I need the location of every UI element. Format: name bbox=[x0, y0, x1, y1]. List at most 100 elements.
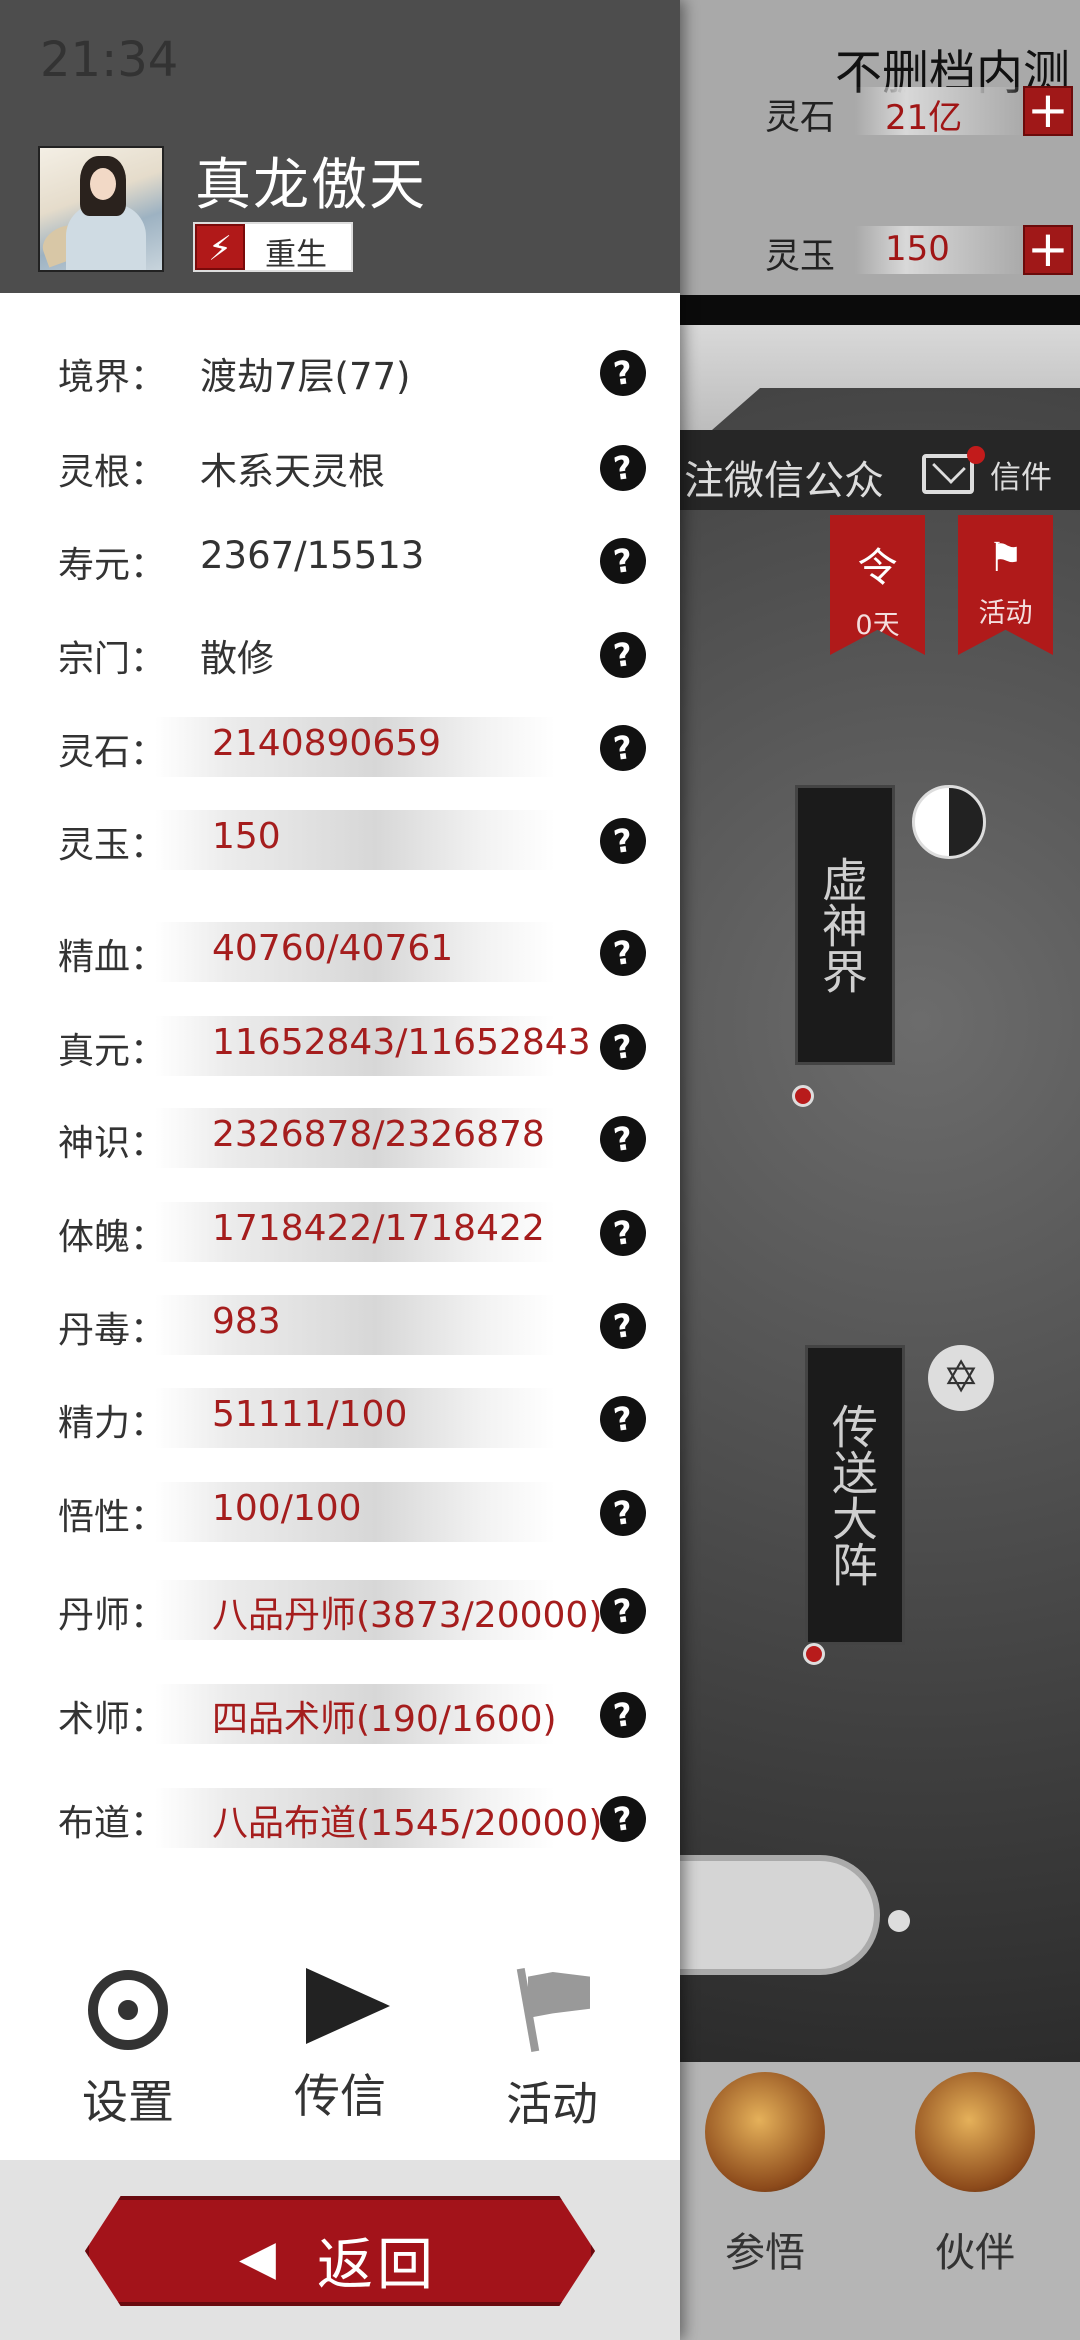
message-button[interactable]: 传信 bbox=[250, 1950, 430, 2126]
resource-row-lingyu: 灵玉 150 + bbox=[765, 222, 1075, 278]
help-icon[interactable]: ? bbox=[597, 347, 649, 399]
nav-enlightenment[interactable]: 参悟 bbox=[680, 2062, 850, 2340]
character-panel: 21:34 真龙傲天 ⚡ 重生 境界： 渡劫7层(77)? 灵根： 木系天灵根? 寿元：… bbox=[0, 0, 680, 2340]
stat-value: 四品术师(190/1600) bbox=[212, 1699, 557, 1740]
help-icon[interactable]: ? bbox=[597, 1487, 649, 1539]
stat-label: 精血： bbox=[58, 937, 167, 978]
help-icon[interactable]: ? bbox=[597, 722, 649, 774]
order-icon: 令 bbox=[857, 545, 898, 591]
character-name: 真龙傲天 bbox=[195, 153, 427, 218]
stat-label: 灵石： bbox=[58, 732, 167, 773]
stat-row: 真元： 11652843/11652843? bbox=[0, 1004, 680, 1084]
lightning-icon: ⚡ bbox=[195, 224, 245, 270]
help-icon[interactable]: ? bbox=[597, 1113, 649, 1165]
partner-icon bbox=[915, 2072, 1035, 2192]
action-bar: 设置 传信 活动 bbox=[0, 1950, 680, 2160]
stat-label: 宗门： bbox=[58, 639, 167, 680]
map-marker bbox=[792, 1085, 814, 1107]
flag-icon bbox=[512, 1967, 592, 2053]
avatar[interactable] bbox=[38, 146, 164, 272]
stat-row: 境界： 渡劫7层(77)? bbox=[0, 330, 680, 410]
help-icon[interactable]: ? bbox=[597, 1585, 649, 1637]
map-location-teleport-array[interactable]: 传送大阵 bbox=[805, 1345, 905, 1645]
stat-row: 灵根： 木系天灵根? bbox=[0, 425, 680, 505]
stat-label: 灵玉： bbox=[58, 825, 167, 866]
follow-wechat-text: 注微信公众 bbox=[684, 458, 884, 504]
rebirth-badge[interactable]: ⚡ 重生 bbox=[193, 222, 353, 273]
stat-value: 150 bbox=[212, 816, 281, 857]
help-icon[interactable]: ? bbox=[597, 1689, 649, 1741]
slider-handle[interactable] bbox=[888, 1910, 910, 1932]
stat-row: 寿元： 2367/15513? bbox=[0, 518, 680, 598]
stat-label: 精力： bbox=[58, 1403, 167, 1444]
stat-label: 灵根： bbox=[58, 452, 167, 493]
help-icon[interactable]: ? bbox=[597, 629, 649, 681]
stat-row: 宗门： 散修? bbox=[0, 612, 680, 692]
taiji-icon[interactable]: ☯ bbox=[912, 785, 986, 859]
back-arrow-icon: ◀ bbox=[239, 2230, 276, 2286]
settings-icon bbox=[88, 1970, 168, 2050]
mail-icon[interactable] bbox=[922, 454, 974, 494]
flag-icon: ⚑ bbox=[987, 535, 1024, 581]
activity-button[interactable]: 活动 bbox=[462, 1950, 642, 2134]
stat-value: 木系天灵根 bbox=[200, 450, 385, 493]
stat-value: 2326878/2326878 bbox=[212, 1114, 545, 1155]
stat-row: 神识： 2326878/2326878? bbox=[0, 1096, 680, 1176]
stat-row: 丹毒： 983? bbox=[0, 1283, 680, 1363]
nav-partner[interactable]: 伙伴 bbox=[890, 2062, 1060, 2340]
help-icon[interactable]: ? bbox=[597, 815, 649, 867]
stat-value: 100/100 bbox=[212, 1488, 362, 1529]
nav-label: 参悟 bbox=[725, 2230, 805, 2276]
help-icon[interactable]: ? bbox=[597, 927, 649, 979]
stat-row: 术师： 四品术师(190/1600)? bbox=[0, 1672, 680, 1752]
action-label: 活动 bbox=[506, 2077, 598, 2131]
stat-row: 布道： 八品布道(1545/20000)? bbox=[0, 1776, 680, 1856]
stat-value: 983 bbox=[212, 1301, 281, 1342]
stat-value: 2140890659 bbox=[212, 723, 442, 764]
stat-row: 悟性： 100/100? bbox=[0, 1470, 680, 1550]
stat-value: 八品丹师(3873/20000) bbox=[212, 1595, 603, 1636]
panel-footer: ◀ 返回 bbox=[0, 2160, 680, 2340]
stat-value: 51111/100 bbox=[212, 1394, 408, 1435]
stat-value: 40760/40761 bbox=[212, 928, 454, 969]
stat-row: 丹师： 八品丹师(3873/20000)? bbox=[0, 1568, 680, 1648]
stat-label: 丹毒： bbox=[58, 1310, 167, 1351]
settings-button[interactable]: 设置 bbox=[38, 1950, 218, 2132]
resource-value: 21亿 bbox=[885, 98, 963, 138]
add-lingyu-button[interactable]: + bbox=[1023, 224, 1073, 275]
stat-value: 渡劫7层(77) bbox=[200, 355, 411, 398]
nav-label: 伙伴 bbox=[935, 2230, 1015, 2276]
stat-label: 丹师： bbox=[58, 1595, 167, 1636]
help-icon[interactable]: ? bbox=[597, 1393, 649, 1445]
stat-label: 寿元： bbox=[58, 545, 167, 586]
send-icon bbox=[306, 1968, 390, 2044]
help-icon[interactable]: ? bbox=[597, 442, 649, 494]
resource-label: 灵玉 bbox=[765, 237, 836, 277]
bottom-nav: 参悟 伙伴 bbox=[680, 2062, 1080, 2340]
mail-label[interactable]: 信件 bbox=[990, 452, 1052, 497]
help-icon[interactable]: ? bbox=[597, 1021, 649, 1073]
help-icon[interactable]: ? bbox=[597, 535, 649, 587]
stat-value: 散修 bbox=[200, 637, 274, 680]
resource-value: 150 bbox=[885, 229, 950, 269]
stat-value: 2367/15513 bbox=[200, 534, 425, 577]
add-lingshi-button[interactable]: + bbox=[1023, 85, 1073, 136]
scroll-icon bbox=[705, 2072, 825, 2192]
status-time: 21:34 bbox=[40, 32, 179, 88]
help-icon[interactable]: ? bbox=[597, 1793, 649, 1845]
back-button[interactable]: ◀ 返回 bbox=[85, 2196, 595, 2306]
stat-row: 精力： 51111/100? bbox=[0, 1376, 680, 1456]
panel-header: 21:34 真龙傲天 ⚡ 重生 bbox=[0, 0, 680, 293]
hexagram-icon[interactable]: ✡ bbox=[928, 1345, 994, 1411]
stat-label: 境界： bbox=[58, 357, 167, 398]
stat-row: 精血： 40760/40761? bbox=[0, 910, 680, 990]
help-icon[interactable]: ? bbox=[597, 1300, 649, 1352]
stat-label: 神识： bbox=[58, 1123, 167, 1164]
action-label: 设置 bbox=[82, 2075, 174, 2129]
map-slider[interactable] bbox=[680, 1855, 880, 1975]
notification-dot bbox=[967, 446, 985, 464]
stat-row: 体魄： 1718422/1718422? bbox=[0, 1190, 680, 1270]
resource-label: 灵石 bbox=[765, 98, 836, 138]
help-icon[interactable]: ? bbox=[597, 1207, 649, 1259]
map-location-xushenjie[interactable]: 虚神界 bbox=[795, 785, 895, 1065]
